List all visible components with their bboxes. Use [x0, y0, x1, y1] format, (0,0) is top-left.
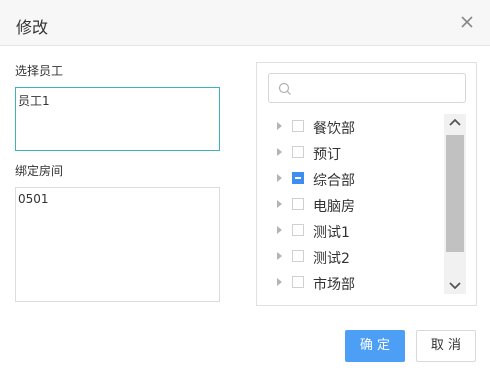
close-icon[interactable] — [456, 11, 478, 33]
tree-item-label: 预订 — [313, 147, 341, 163]
confirm-button[interactable]: 确 定 — [345, 330, 405, 362]
tree-checkbox[interactable] — [292, 276, 304, 288]
chevron-down-icon[interactable] — [444, 276, 466, 294]
tree-item[interactable]: 市场部 — [257, 270, 447, 294]
tree-item-label: 测试1 — [313, 225, 350, 241]
tree-item[interactable]: 预订 — [257, 140, 447, 166]
tree-checkbox-indeterminate[interactable] — [292, 172, 304, 184]
department-tree-panel: 餐饮部 预订 综合部 电脑房 测试1 测试2 市场部 — [256, 62, 477, 306]
tree-search-box — [268, 73, 466, 103]
tree-checkbox[interactable] — [292, 146, 304, 158]
tree-item-label: 综合部 — [313, 173, 355, 189]
tree-item-label: 市场部 — [313, 277, 355, 293]
tree-item-label: 电脑房 — [313, 199, 355, 215]
department-tree: 餐饮部 预订 综合部 电脑房 测试1 测试2 市场部 — [257, 114, 447, 294]
caret-right-icon[interactable] — [277, 252, 282, 260]
tree-checkbox[interactable] — [292, 198, 304, 210]
caret-right-icon[interactable] — [277, 148, 282, 156]
room-label: 绑定房间 — [15, 164, 64, 178]
tree-search-input[interactable] — [297, 78, 461, 100]
tree-item-label: 餐饮部 — [313, 121, 355, 137]
minus-icon — [295, 177, 301, 179]
cancel-button[interactable]: 取 消 — [416, 330, 476, 362]
dialog-title: 修改 — [16, 18, 49, 37]
tree-checkbox[interactable] — [292, 120, 304, 132]
tree-checkbox[interactable] — [292, 224, 304, 236]
dialog-header: 修改 — [0, 0, 490, 46]
caret-right-icon[interactable] — [277, 200, 282, 208]
scrollbar-thumb[interactable] — [446, 135, 464, 252]
search-icon — [278, 81, 292, 95]
caret-right-icon[interactable] — [277, 226, 282, 234]
chevron-up-icon[interactable] — [444, 114, 466, 132]
tree-item-label: 测试2 — [313, 251, 350, 267]
room-field[interactable]: 0501 — [15, 187, 220, 302]
tree-item[interactable]: 测试1 — [257, 218, 447, 244]
caret-right-icon[interactable] — [277, 174, 282, 182]
tree-item[interactable]: 餐饮部 — [257, 114, 447, 140]
tree-item[interactable]: 综合部 — [257, 166, 447, 192]
tree-item[interactable]: 电脑房 — [257, 192, 447, 218]
caret-right-icon[interactable] — [277, 278, 282, 286]
tree-scrollbar[interactable] — [444, 114, 466, 294]
employee-label: 选择员工 — [15, 64, 64, 78]
tree-item[interactable]: 测试2 — [257, 244, 447, 270]
caret-right-icon[interactable] — [277, 122, 282, 130]
employee-field[interactable]: 员工1 — [15, 87, 220, 151]
tree-checkbox[interactable] — [292, 250, 304, 262]
